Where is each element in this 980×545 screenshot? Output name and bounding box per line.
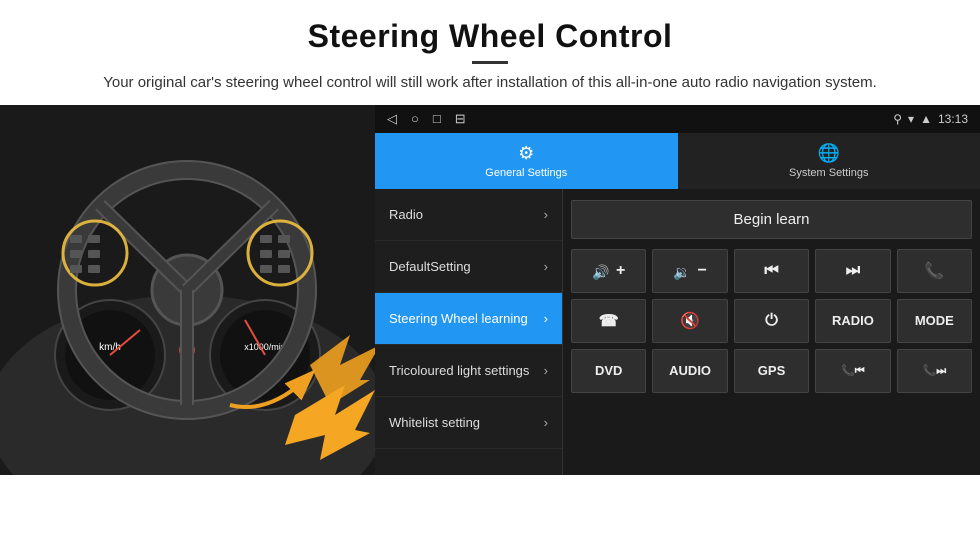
menu-item-tricoloured[interactable]: Tricoloured light settings › — [375, 345, 562, 397]
steering-wheel-image: km/h x1000/min — [0, 105, 375, 475]
clock: 13:13 — [938, 112, 968, 126]
call-button[interactable]: ☎ — [571, 299, 646, 343]
mode-button[interactable]: MODE — [897, 299, 972, 343]
menu-item-steering-label: Steering Wheel learning — [389, 311, 544, 326]
prev-track-button[interactable]: ⏮ — [734, 249, 809, 293]
svg-text:🔉: 🔉 — [673, 264, 690, 281]
home-icon[interactable]: ○ — [411, 111, 419, 126]
chevron-right-icon: › — [544, 363, 548, 378]
back-icon[interactable]: ◁ — [387, 111, 397, 127]
location-icon: ⚲ — [893, 112, 902, 126]
tab-system-settings[interactable]: 🌐 System Settings — [678, 133, 980, 189]
controls-row-3: DVD AUDIO GPS 📞⏮ 📞⏭ — [571, 349, 972, 393]
vol-down-button[interactable]: 🔉− — [652, 249, 727, 293]
chevron-right-icon: › — [544, 207, 548, 222]
gps-button[interactable]: GPS — [734, 349, 809, 393]
tab-general-label: General Settings — [485, 167, 567, 179]
vol-up-button[interactable]: 🔊+ — [571, 249, 646, 293]
tab-bar: ⚙ General Settings 🌐 System Settings — [375, 133, 980, 189]
chevron-right-icon: › — [544, 259, 548, 274]
menu-item-steering-wheel[interactable]: Steering Wheel learning › — [375, 293, 562, 345]
header-divider — [472, 61, 508, 64]
menu-controls-area: Radio › DefaultSetting › Steering Wheel … — [375, 189, 980, 475]
main-content: km/h x1000/min — [0, 105, 980, 475]
status-bar-nav-icons: ◁ ○ □ ⊟ — [387, 111, 466, 127]
status-bar-right: ⚲ ▾ ▲ 13:13 — [893, 112, 968, 126]
controls-grid: 🔊+ 🔉− ⏮ ⏭ 📞 ☎ 🔇 ⏻ RADIO — [571, 249, 972, 393]
phone-answer-button[interactable]: 📞 — [897, 249, 972, 293]
radio-button[interactable]: RADIO — [815, 299, 890, 343]
power-button[interactable]: ⏻ — [734, 299, 809, 343]
menu-item-radio[interactable]: Radio › — [375, 189, 562, 241]
header-subtitle: Your original car's steering wheel contr… — [60, 72, 920, 95]
menu-item-default-setting[interactable]: DefaultSetting › — [375, 241, 562, 293]
status-bar: ◁ ○ □ ⊟ ⚲ ▾ ▲ 13:13 — [375, 105, 980, 133]
menu-icon[interactable]: ⊟ — [455, 111, 466, 127]
page-title: Steering Wheel Control — [60, 18, 920, 55]
chevron-right-icon: › — [544, 415, 548, 430]
phone-prev-button[interactable]: 📞⏮ — [815, 349, 890, 393]
next-track-button[interactable]: ⏭ — [815, 249, 890, 293]
menu-item-whitelist[interactable]: Whitelist setting › — [375, 397, 562, 449]
gear-icon: ⚙ — [518, 143, 534, 164]
controls-row-1: 🔊+ 🔉− ⏮ ⏭ 📞 — [571, 249, 972, 293]
wifi-icon: ▾ — [908, 112, 914, 126]
menu-item-tricoloured-label: Tricoloured light settings — [389, 363, 544, 378]
begin-learn-button[interactable]: Begin learn — [571, 200, 972, 239]
menu-item-whitelist-label: Whitelist setting — [389, 415, 544, 430]
menu-item-default-label: DefaultSetting — [389, 259, 544, 274]
left-menu: Radio › DefaultSetting › Steering Wheel … — [375, 189, 563, 475]
globe-icon: 🌐 — [818, 143, 840, 164]
header: Steering Wheel Control Your original car… — [0, 0, 980, 105]
right-controls: Begin learn 🔊+ 🔉− ⏮ ⏭ 📞 — [563, 189, 980, 475]
menu-item-radio-label: Radio — [389, 207, 544, 222]
mute-button[interactable]: 🔇 — [652, 299, 727, 343]
chevron-right-icon: › — [544, 311, 548, 326]
audio-button[interactable]: AUDIO — [652, 349, 727, 393]
signal-icon: ▲ — [920, 112, 932, 126]
controls-row-2: ☎ 🔇 ⏻ RADIO MODE — [571, 299, 972, 343]
dvd-button[interactable]: DVD — [571, 349, 646, 393]
svg-text:🔊: 🔊 — [592, 263, 609, 281]
begin-learn-row: Begin learn — [571, 197, 972, 243]
recents-icon[interactable]: □ — [433, 111, 441, 126]
tab-system-label: System Settings — [789, 167, 868, 179]
android-head-unit: ◁ ○ □ ⊟ ⚲ ▾ ▲ 13:13 ⚙ General Settings 🌐… — [375, 105, 980, 475]
phone-next-button[interactable]: 📞⏭ — [897, 349, 972, 393]
tab-general-settings[interactable]: ⚙ General Settings — [375, 133, 678, 189]
